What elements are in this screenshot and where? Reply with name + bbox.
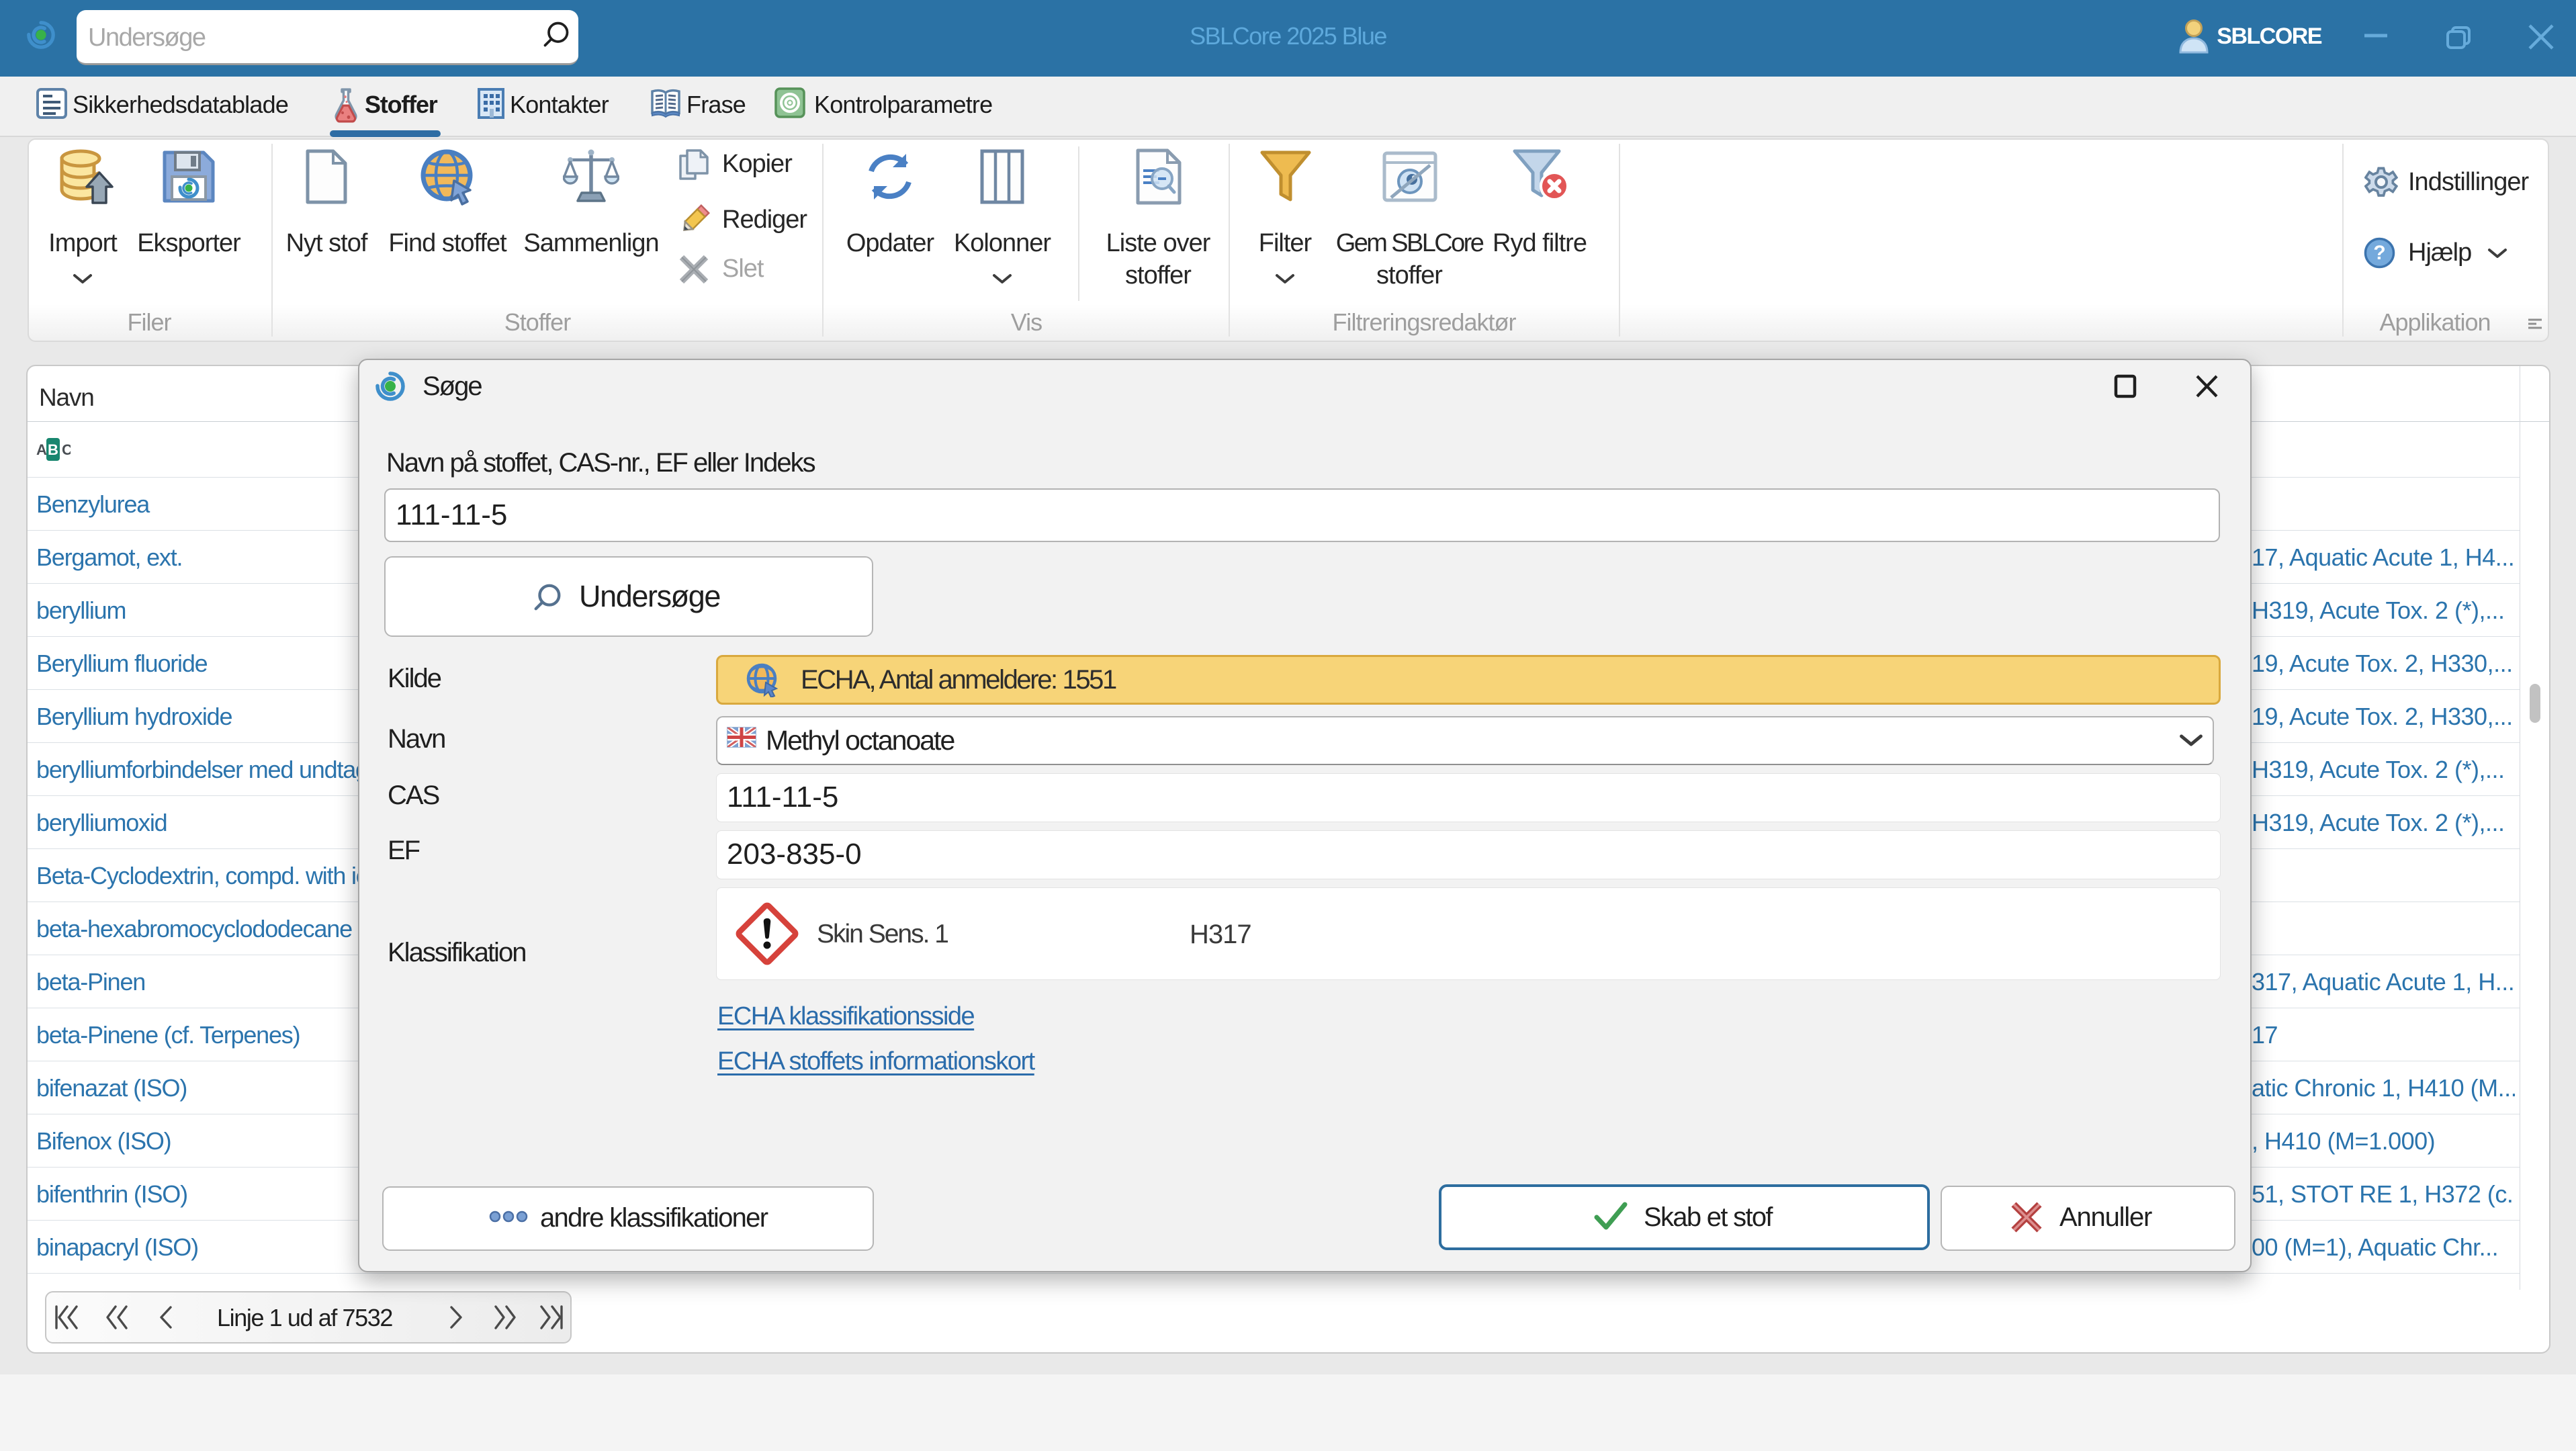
svg-text:?: ? <box>2373 242 2385 264</box>
